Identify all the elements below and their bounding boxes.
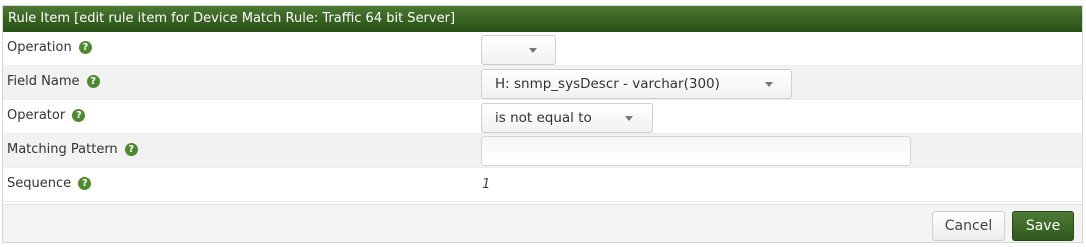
field-name-select[interactable]: H: snmp_sysDescr - varchar(300) [481, 69, 792, 99]
help-icon[interactable]: ? [86, 75, 100, 88]
row-field-name: Field Name ? H: snmp_sysDescr - varchar(… [3, 66, 1082, 100]
operation-label: Operation [7, 40, 72, 55]
panel-header: Rule Item [edit rule item for Device Mat… [3, 6, 1082, 32]
row-operation: Operation ? [3, 32, 1082, 66]
operator-label: Operator [7, 108, 66, 123]
operation-label-wrap: Operation ? [7, 32, 92, 66]
matching-pattern-input[interactable] [481, 136, 911, 166]
operator-label-wrap: Operator ? [7, 100, 86, 134]
save-button[interactable]: Save [1012, 211, 1074, 241]
panel-title: Rule Item [edit rule item for Device Mat… [8, 11, 456, 26]
sequence-label-wrap: Sequence ? [7, 168, 92, 202]
field-name-select-value: H: snmp_sysDescr - varchar(300) [495, 76, 720, 92]
help-icon[interactable]: ? [78, 41, 92, 54]
sequence-value: 1 [482, 177, 491, 192]
matching-pattern-label-wrap: Matching Pattern ? [7, 134, 138, 168]
form-footer: Cancel Save [3, 204, 1082, 242]
field-name-label: Field Name [7, 74, 80, 89]
row-sequence: Sequence ? 1 [3, 168, 1082, 202]
help-icon[interactable]: ? [72, 109, 86, 122]
help-icon[interactable]: ? [78, 177, 92, 190]
help-icon[interactable]: ? [124, 143, 138, 156]
row-matching-pattern: Matching Pattern ? [3, 134, 1082, 168]
matching-pattern-label: Matching Pattern [7, 142, 118, 157]
cancel-button[interactable]: Cancel [932, 211, 1005, 241]
operator-select[interactable]: is not equal to [481, 103, 653, 133]
operation-select[interactable] [481, 35, 556, 65]
operator-select-value: is not equal to [495, 110, 592, 126]
field-name-label-wrap: Field Name ? [7, 66, 100, 100]
rule-item-panel: Rule Item [edit rule item for Device Mat… [2, 5, 1083, 243]
row-operator: Operator ? is not equal to [3, 100, 1082, 134]
chevron-down-icon [765, 82, 773, 87]
chevron-down-icon [625, 116, 633, 121]
chevron-down-icon [529, 48, 537, 53]
sequence-label: Sequence [7, 176, 72, 191]
